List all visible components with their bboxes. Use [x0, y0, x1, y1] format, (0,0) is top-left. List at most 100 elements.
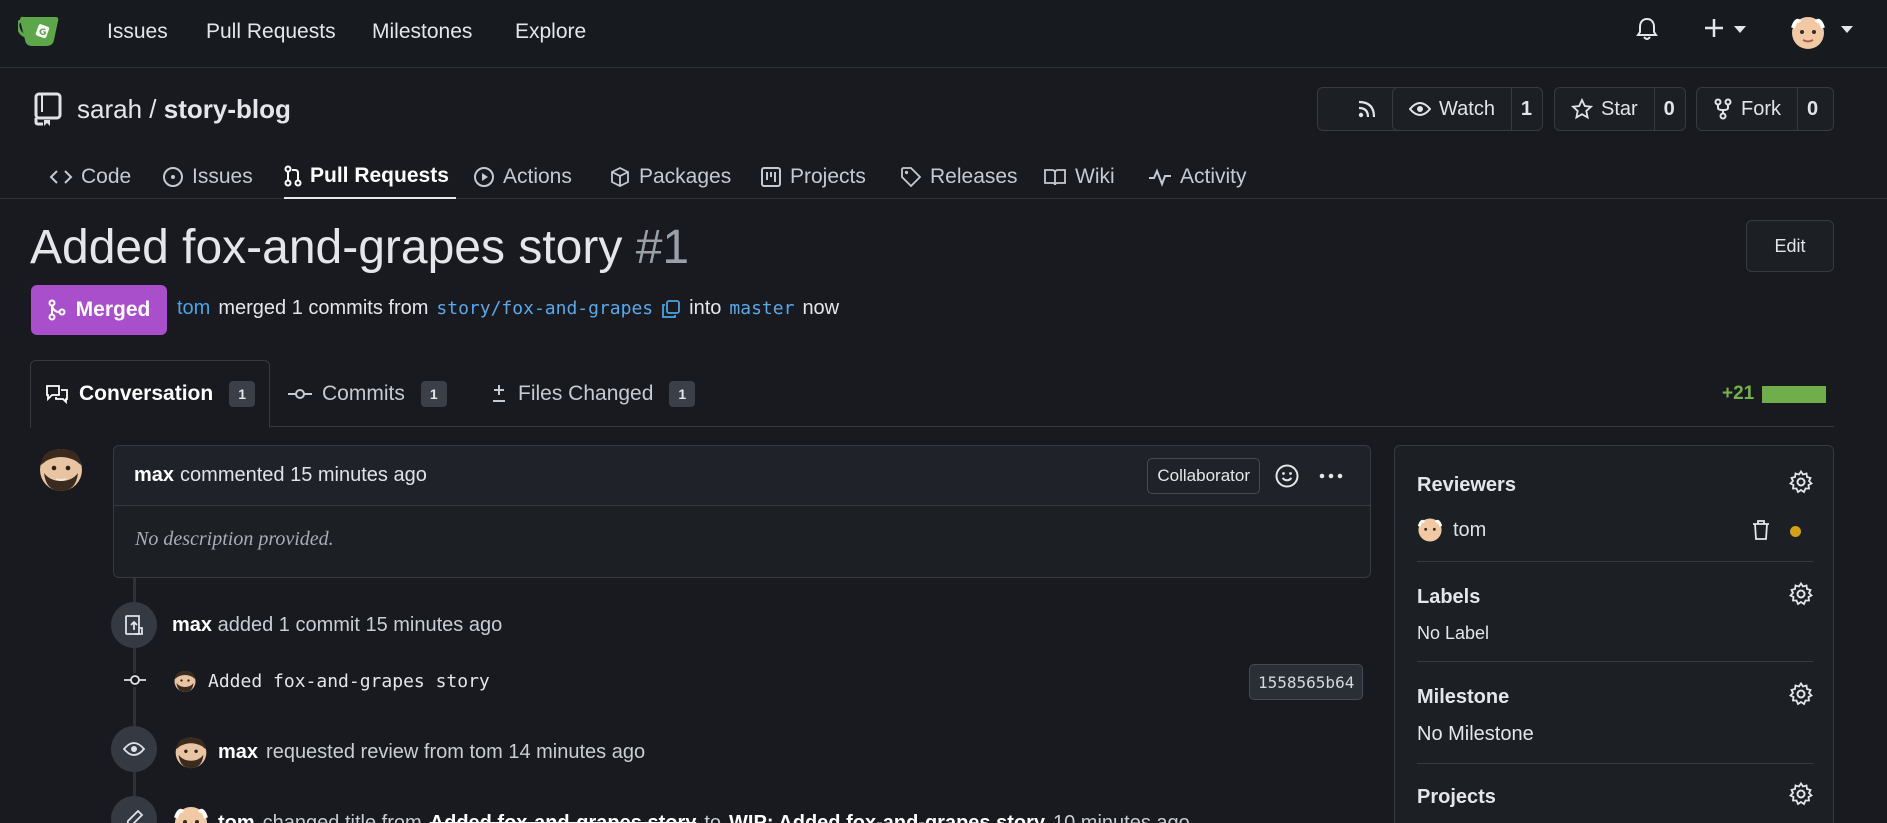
- repository-icon: [33, 92, 63, 126]
- copy-branch-icon[interactable]: [661, 299, 681, 319]
- commit-row: Added fox-and-grapes story: [172, 668, 490, 694]
- star-icon: [1571, 98, 1593, 120]
- remove-reviewer-trash-icon[interactable]: [1751, 519, 1771, 541]
- title-change-event: tom changed title from Added fox-and-gra…: [172, 804, 1190, 823]
- tab-pull-requests[interactable]: Pull Requests: [284, 154, 456, 199]
- conversation-icon: [45, 383, 69, 405]
- comment-author-link[interactable]: max: [134, 464, 174, 487]
- tab-conversation-label: Conversation: [79, 382, 214, 405]
- repo-owner-link[interactable]: sarah: [77, 94, 142, 124]
- create-caret-down-icon[interactable]: [1734, 26, 1746, 34]
- pull-request-icon: [284, 165, 302, 187]
- reviewers-title: Reviewers: [1417, 474, 1516, 496]
- projects-gear-icon[interactable]: [1789, 782, 1813, 806]
- commit-event-author[interactable]: max: [172, 614, 212, 636]
- into-text: into: [689, 297, 722, 319]
- title-change-avatar[interactable]: [172, 804, 210, 823]
- reviewer-name-link[interactable]: tom: [1453, 519, 1486, 542]
- tag-icon: [900, 166, 922, 188]
- reviewers-section: Reviewers: [1417, 470, 1813, 497]
- milestone-section: Milestone No Milestone: [1417, 682, 1813, 746]
- head-branch-link[interactable]: story/fox-and-grapes: [436, 298, 653, 319]
- commit-node-icon: [124, 673, 146, 687]
- project-icon: [760, 166, 782, 188]
- tab-issues[interactable]: Issues: [162, 154, 253, 199]
- tab-activity-label: Activity: [1180, 164, 1247, 188]
- commenter-avatar[interactable]: [36, 443, 86, 495]
- tab-projects[interactable]: Projects: [760, 154, 866, 199]
- commit-event: max added 1 commit 15 minutes ago: [172, 614, 502, 637]
- gitea-logo-icon[interactable]: G: [18, 12, 62, 52]
- tab-issues-label: Issues: [192, 164, 253, 188]
- create-plus-icon[interactable]: [1703, 16, 1725, 40]
- review-request-event: max requested review from tom 14 minutes…: [172, 733, 645, 771]
- nav-pull-requests-link[interactable]: Pull Requests: [206, 20, 336, 44]
- star-label: Star: [1601, 97, 1638, 120]
- tab-activity[interactable]: Activity: [1148, 154, 1247, 199]
- star-count[interactable]: 0: [1653, 88, 1684, 130]
- repo-name-link[interactable]: story-blog: [164, 94, 291, 124]
- user-menu-caret-down-icon[interactable]: [1841, 26, 1853, 34]
- labels-gear-icon[interactable]: [1789, 582, 1813, 606]
- merge-icon: [48, 299, 66, 321]
- tab-conversation[interactable]: Conversation 1: [30, 360, 270, 428]
- tab-actions[interactable]: Actions: [473, 154, 572, 199]
- projects-title: Projects: [1417, 786, 1496, 808]
- review-author-avatar[interactable]: [172, 733, 210, 771]
- milestone-value: No Milestone: [1417, 723, 1534, 745]
- milestone-gear-icon[interactable]: [1789, 682, 1813, 706]
- commit-sha-link[interactable]: 1558565b64: [1249, 664, 1364, 700]
- labels-section: Labels No Label: [1417, 582, 1813, 644]
- nav-issues-link[interactable]: Issues: [107, 20, 168, 44]
- sidebar-divider: [1417, 763, 1813, 764]
- pulse-icon: [1148, 167, 1172, 187]
- commit-author-avatar[interactable]: [172, 668, 198, 694]
- commit-message-link[interactable]: Added fox-and-grapes story: [208, 671, 490, 692]
- repository-tabs: Code Issues Pull Requests Actions Packag…: [0, 146, 1887, 199]
- reviewer-avatar[interactable]: [1417, 516, 1443, 544]
- repo-separator: /: [149, 94, 157, 124]
- tab-projects-label: Projects: [790, 164, 866, 188]
- milestone-title: Milestone: [1417, 686, 1510, 708]
- base-branch-link[interactable]: master: [729, 298, 794, 319]
- fork-icon: [1713, 98, 1733, 120]
- nav-milestones-link[interactable]: Milestones: [372, 20, 472, 44]
- edit-title-button[interactable]: Edit: [1746, 220, 1834, 272]
- code-icon: [49, 168, 73, 186]
- pr-description-comment: max commented 15 minutes ago Collaborato…: [113, 445, 1371, 578]
- top-navbar: G Issues Pull Requests Milestones Explor…: [0, 0, 1887, 68]
- tab-files-changed[interactable]: Files Changed 1: [490, 360, 696, 427]
- star-button[interactable]: Star 0: [1554, 87, 1686, 131]
- tab-wiki[interactable]: Wiki: [1043, 154, 1115, 199]
- pr-sidebar: Reviewers tom Labels No Label Milestone …: [1394, 445, 1834, 823]
- files-changed-count: 1: [669, 380, 696, 407]
- tab-code[interactable]: Code: [49, 154, 131, 199]
- title-event-author[interactable]: tom: [218, 812, 255, 823]
- merged-by-user-link[interactable]: tom: [177, 297, 210, 320]
- diff-stat: +21: [1722, 383, 1827, 405]
- new-title: WIP: Added fox-and-grapes story: [729, 811, 1045, 823]
- review-event-author[interactable]: max: [218, 741, 258, 764]
- repository-title: sarah / story-blog: [77, 94, 291, 125]
- tab-packages[interactable]: Packages: [609, 154, 731, 199]
- sidebar-divider: [1417, 661, 1813, 662]
- title-event-text2: to: [704, 811, 722, 823]
- fork-count[interactable]: 0: [1797, 88, 1827, 130]
- fork-button[interactable]: Fork 0: [1696, 87, 1834, 131]
- nav-explore-link[interactable]: Explore: [515, 20, 586, 44]
- eye-icon: [1409, 101, 1431, 117]
- tab-commits[interactable]: Commits 1: [288, 360, 447, 427]
- comment-header: max commented 15 minutes ago Collaborato…: [114, 446, 1370, 506]
- add-reaction-smiley-icon[interactable]: [1274, 463, 1300, 489]
- watch-button[interactable]: Watch 1: [1392, 87, 1543, 131]
- notifications-bell-icon[interactable]: [1636, 17, 1658, 41]
- more-options-icon[interactable]: [1318, 463, 1344, 489]
- labels-title: Labels: [1417, 586, 1481, 608]
- watch-count[interactable]: 1: [1510, 88, 1541, 130]
- review-request-eye-icon: [111, 726, 157, 772]
- tab-packages-label: Packages: [639, 164, 732, 188]
- user-avatar[interactable]: [1790, 14, 1826, 52]
- reviewers-gear-icon[interactable]: [1789, 470, 1813, 494]
- tab-releases[interactable]: Releases: [900, 154, 1018, 199]
- title-event-time: 10 minutes ago: [1053, 811, 1190, 823]
